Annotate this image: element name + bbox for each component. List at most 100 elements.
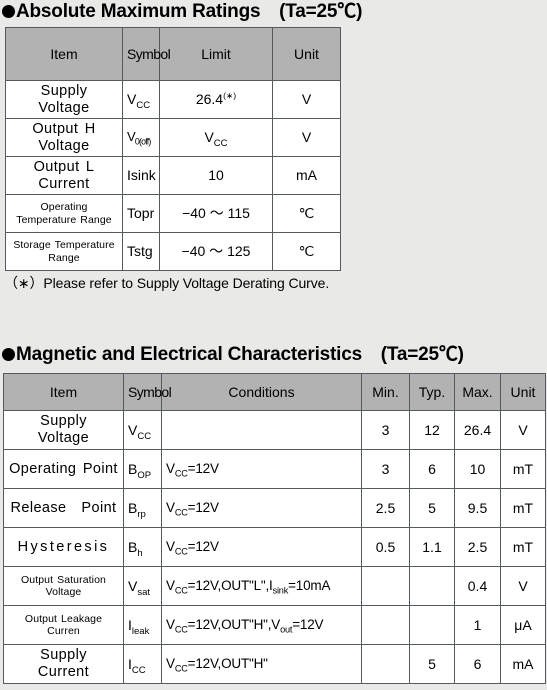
cell-unit: mA bbox=[500, 644, 546, 684]
cell-item: Output L Current bbox=[5, 156, 123, 195]
limit-base: V bbox=[204, 129, 214, 146]
symbol-subscript: OP bbox=[137, 469, 152, 481]
symbol-base: V bbox=[128, 421, 138, 438]
symbol-base: Tstg bbox=[127, 243, 153, 260]
cell-min bbox=[361, 605, 410, 645]
symbol-base: B bbox=[128, 499, 138, 516]
cell-typ: 12 bbox=[409, 410, 455, 450]
table-row: Supply Voltage VCC 3 12 26.4 V bbox=[3, 410, 546, 450]
cell-symbol: Vsat bbox=[123, 566, 162, 606]
table-row: Hysteresis Bh VCC=12V 0.5 1.1 2.5 mT bbox=[3, 527, 546, 567]
table-row: Output Saturation Voltage Vsat VCC=12V,OUT… bbox=[3, 566, 546, 606]
symbol-base: Topr bbox=[127, 205, 155, 222]
cell-item: Storage Temperature Range bbox=[5, 232, 123, 271]
cell-symbol: VCC bbox=[123, 410, 162, 450]
cell-min: 3 bbox=[361, 449, 410, 489]
limit-base: 26.4 bbox=[195, 91, 224, 108]
subscript: out bbox=[280, 624, 293, 635]
limit-base: 10 bbox=[208, 167, 224, 184]
cell-conditions: VCC=12V bbox=[161, 488, 362, 528]
symbol-base: V bbox=[127, 129, 136, 145]
cell-unit: ℃ bbox=[272, 232, 341, 271]
limit-superscript: (∗) bbox=[223, 90, 237, 101]
column-header-limit: Limit bbox=[159, 27, 273, 81]
cell-conditions: VCC=12V bbox=[161, 527, 362, 567]
cell-unit: V bbox=[272, 80, 341, 119]
cell-limit: VCC bbox=[159, 118, 273, 157]
cell-conditions bbox=[161, 410, 362, 450]
subscript: CC bbox=[174, 663, 188, 674]
bullet-icon bbox=[2, 5, 15, 18]
symbol-subscript: leak bbox=[131, 625, 150, 637]
cell-min bbox=[361, 566, 410, 606]
cell-unit: mT bbox=[500, 449, 546, 489]
cell-symbol: Ileak bbox=[123, 605, 162, 645]
symbol-base: V bbox=[128, 577, 138, 594]
section-heading-text: Absolute Maximum Ratings (Ta=25℃) bbox=[16, 1, 363, 22]
cell-symbol: VCC bbox=[122, 80, 160, 119]
cell-symbol: Tstg bbox=[122, 232, 160, 271]
cell-unit: mT bbox=[500, 527, 546, 567]
symbol-subscript: CC bbox=[136, 100, 151, 112]
bullet-icon bbox=[2, 348, 15, 361]
cell-unit: mT bbox=[500, 488, 546, 528]
subscript: CC bbox=[174, 624, 188, 635]
cell-item: Supply Voltage bbox=[5, 80, 123, 119]
cell-symbol: BOP bbox=[123, 449, 162, 489]
cell-typ: 5 bbox=[409, 644, 455, 684]
cell-symbol: ICC bbox=[123, 644, 162, 684]
column-header-min: Min. bbox=[361, 373, 410, 411]
cell-min: 3 bbox=[361, 410, 410, 450]
cell-item: Output Saturation Voltage bbox=[3, 566, 124, 606]
cell-max: 2.5 bbox=[454, 527, 501, 567]
subscript: CC bbox=[174, 468, 188, 479]
cell-unit: V bbox=[500, 410, 546, 450]
subscript: sink bbox=[272, 585, 289, 596]
table-header-row: Item Symbol Conditions Min. Typ. Max. Un… bbox=[3, 373, 546, 411]
table-row: Operating Point BOP VCC=12V 3 6 10 mT bbox=[3, 449, 546, 489]
limit-base: −40 ～ 115 bbox=[182, 205, 250, 222]
symbol-subscript: rp bbox=[137, 508, 146, 520]
table-row: Storage Temperature Range Tstg −40 ～ 125… bbox=[5, 232, 341, 271]
cell-max: 10 bbox=[454, 449, 501, 489]
cell-limit: −40 ～ 115 bbox=[159, 194, 273, 233]
cell-conditions: VCC=12V,OUT"L",Isink=10mA bbox=[161, 566, 362, 606]
cell-item: Output Leakage Curren bbox=[3, 605, 124, 645]
cell-unit: V bbox=[272, 118, 341, 157]
table-row: Output L Current Isink 10 mA bbox=[5, 156, 341, 195]
table-row: Output Leakage Curren Ileak VCC=12V,OUT"H"… bbox=[3, 605, 546, 645]
table-row: Operating Temperature Range Topr −40 ～ 1… bbox=[5, 194, 341, 233]
symbol-subscript: CC bbox=[131, 664, 146, 676]
cell-typ: 5 bbox=[409, 488, 455, 528]
symbol-base: B bbox=[128, 460, 138, 477]
cell-item: Supply Voltage bbox=[3, 410, 124, 450]
column-header-conditions: Conditions bbox=[161, 373, 362, 411]
table-row: Supply Current ICC VCC=12V,OUT"H" 5 6 mA bbox=[3, 644, 546, 684]
cell-min: 0.5 bbox=[361, 527, 410, 567]
cell-min: 2.5 bbox=[361, 488, 410, 528]
column-header-unit: Unit bbox=[272, 27, 341, 81]
cell-item: Supply Current bbox=[3, 644, 124, 684]
column-header-item: Item bbox=[3, 373, 124, 411]
limit-base: −40 ～ 125 bbox=[181, 243, 251, 260]
symbol-subscript: sat bbox=[137, 586, 151, 598]
derating-curve-footnote: （∗）Please refer to Supply Voltage Derati… bbox=[4, 275, 330, 291]
cell-typ: 6 bbox=[409, 449, 455, 489]
cell-item: Hysteresis bbox=[3, 527, 124, 567]
column-header-symbol: Symbol bbox=[122, 27, 171, 81]
cell-symbol: Bh bbox=[123, 527, 162, 567]
cell-symbol: V0(off) bbox=[122, 118, 160, 157]
cell-limit: −40 ～ 125 bbox=[159, 232, 273, 271]
section-heading-text: Magnetic and Electrical Characteristics … bbox=[16, 344, 464, 365]
cell-typ bbox=[409, 605, 455, 645]
cell-item: Release Point bbox=[3, 488, 124, 528]
symbol-base: V bbox=[127, 91, 137, 108]
cell-limit: 26.4(∗) bbox=[159, 80, 273, 119]
column-header-item: Item bbox=[5, 27, 123, 81]
symbol-subscript: CC bbox=[137, 430, 152, 442]
symbol-base: B bbox=[128, 538, 138, 555]
cell-unit: V bbox=[500, 566, 546, 606]
cell-symbol: Brp bbox=[123, 488, 162, 528]
symbol-subscript: 0(off) bbox=[134, 136, 151, 147]
cell-symbol: Isink bbox=[122, 156, 160, 195]
